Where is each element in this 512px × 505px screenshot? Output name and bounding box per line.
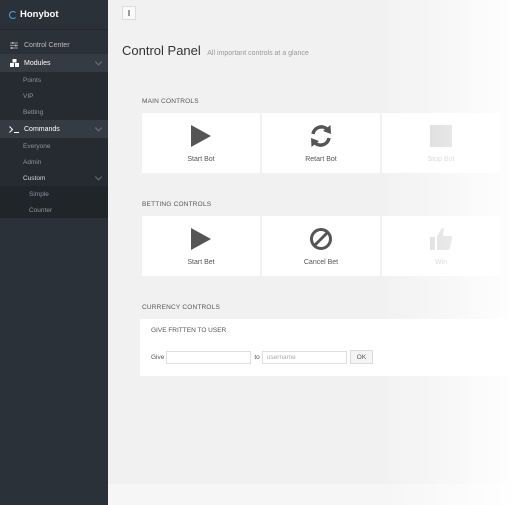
ban-icon (309, 226, 333, 252)
username-input[interactable] (261, 350, 347, 364)
sidebar-item-label: Everyone (23, 142, 51, 150)
card-label: Win (434, 259, 448, 266)
sidebar-item-label: Admin (23, 158, 42, 166)
page-title: Control Panel (122, 43, 201, 58)
give-form: Give to OK (151, 350, 374, 364)
sidebar-item-counter[interactable]: Counter (0, 202, 108, 218)
chevron-down-icon (94, 173, 103, 181)
sidebar-item-modules[interactable]: Modules (0, 54, 108, 72)
play-icon (190, 123, 212, 149)
ok-button[interactable]: OK (349, 350, 374, 364)
main-controls-row: Start Bot Retart Bot Stop Bot (142, 113, 500, 173)
stop-icon (429, 123, 453, 149)
custom-submenu: Simple Counter (0, 186, 108, 218)
sidebar-item-label: Modules (24, 59, 51, 67)
modules-submenu: Points VIP Betting (0, 72, 108, 120)
sliders-icon (9, 41, 19, 49)
commands-submenu: Everyone Admin Custom Simple Counter (0, 138, 108, 218)
main-controls-title: MAIN CONTROLS (142, 98, 199, 105)
win-button[interactable]: Win (382, 216, 500, 276)
sidebar-item-points[interactable]: Points (0, 72, 108, 88)
footer (108, 484, 512, 505)
page-header: Control Panel All important controls at … (122, 42, 309, 60)
refresh-icon (308, 123, 334, 149)
sidebar-item-label: Betting (23, 108, 44, 116)
topbar: I (108, 0, 512, 29)
amount-input[interactable] (166, 350, 252, 364)
sidebar-item-label: VIP (23, 92, 34, 100)
logo-ring-icon (9, 10, 17, 19)
stop-bot-button[interactable]: Stop Bot (382, 113, 500, 173)
sidebar-item-label: Simple (29, 190, 49, 198)
sidebar-item-label: Points (23, 76, 42, 84)
play-icon (190, 226, 212, 252)
chevron-down-icon (94, 124, 103, 132)
sidebar-item-label: Custom (23, 174, 46, 182)
brand-name: Honybot (20, 9, 59, 20)
sidebar-item-admin[interactable]: Admin (0, 154, 108, 170)
betting-controls-row: Start Bet Cancel Bet Win (142, 216, 500, 276)
main-content: I Control Panel All important controls a… (108, 0, 512, 505)
give-label: Give (151, 353, 165, 361)
sidebar-item-custom[interactable]: Custom (0, 170, 108, 186)
start-bet-button[interactable]: Start Bet (142, 216, 260, 276)
sidebar-toggle-button[interactable]: I (122, 6, 136, 20)
sidebar-item-everyone[interactable]: Everyone (0, 138, 108, 154)
brand-logo[interactable]: Honybot (0, 0, 108, 30)
terminal-icon (9, 125, 19, 133)
currency-controls-title: CURRENCY CONTROLS (142, 304, 221, 311)
sidebar-item-control-center[interactable]: Control Center (0, 36, 108, 54)
give-currency-panel: GIVE FRITTEN TO USER Give to OK (140, 319, 512, 376)
card-label: Start Bet (187, 259, 215, 266)
sidebar: Honybot Control Center Modules Points VI… (0, 0, 108, 505)
sidebar-item-vip[interactable]: VIP (0, 88, 108, 104)
chevron-down-icon (94, 58, 103, 66)
sidebar-item-betting[interactable]: Betting (0, 104, 108, 120)
sidebar-item-label: Counter (29, 206, 53, 214)
start-bot-button[interactable]: Start Bot (142, 113, 260, 173)
to-label: to (254, 353, 260, 361)
sidebar-item-commands[interactable]: Commands (0, 120, 108, 138)
sidebar-menu: Control Center Modules Points VIP Bettin… (0, 36, 108, 218)
betting-controls-title: BETTING CONTROLS (142, 201, 212, 208)
card-label: Retart Bot (305, 156, 337, 163)
card-label: Cancel Bet (303, 259, 339, 266)
panel-heading: GIVE FRITTEN TO USER (151, 327, 227, 334)
card-label: Start Bot (187, 156, 215, 163)
cubes-icon (9, 59, 19, 67)
sidebar-item-label: Control Center (24, 41, 70, 49)
thumbs-up-icon (429, 226, 453, 252)
restart-bot-button[interactable]: Retart Bot (262, 113, 380, 173)
page-subtitle: All important controls at a glance (207, 50, 309, 57)
sidebar-item-label: Commands (24, 125, 60, 133)
card-label: Stop Bot (427, 156, 455, 163)
cancel-bet-button[interactable]: Cancel Bet (262, 216, 380, 276)
sidebar-item-simple[interactable]: Simple (0, 186, 108, 202)
